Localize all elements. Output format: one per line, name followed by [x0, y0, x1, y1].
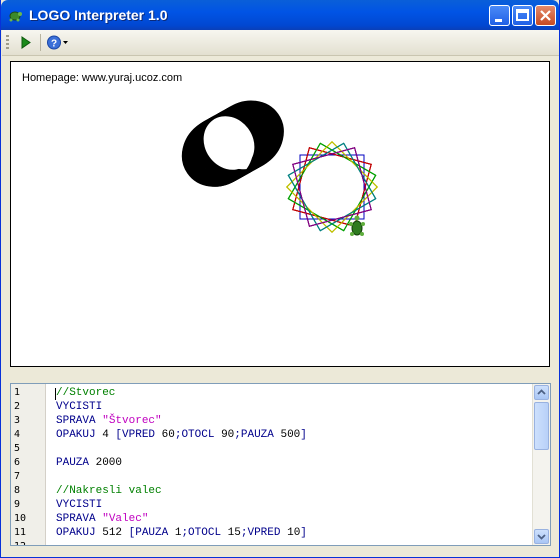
rotated-square — [287, 142, 377, 232]
rotated-square — [287, 142, 377, 232]
line-number-gutter: 123456789101112 — [11, 384, 46, 545]
rotated-square — [292, 147, 372, 227]
code-token: [PAUZA — [128, 527, 175, 539]
title-bar[interactable]: LOGO Interpreter 1.0 — [1, 0, 559, 30]
rotated-square — [292, 147, 372, 227]
toolbar-separator — [40, 34, 41, 51]
code-token: //Nakresli valec — [56, 485, 162, 497]
code-token: ] — [300, 429, 307, 441]
code-token: VYCISTI — [56, 499, 103, 511]
chevron-up-icon — [537, 389, 546, 395]
toolbar: ? — [2, 30, 559, 56]
turtle-part — [349, 222, 353, 226]
logo-drawing — [181, 100, 378, 236]
scroll-down-button[interactable] — [534, 529, 549, 544]
line-number: 10 — [14, 513, 27, 524]
code-line[interactable]: OPAKUJ 512 [PAUZA 1;OTOCL 15;VPRED 10] — [56, 527, 307, 539]
code-line[interactable]: SPRAVA "Valec" — [56, 513, 148, 525]
code-line[interactable]: SPRAVA "Štvorec" — [56, 415, 162, 427]
code-token: 90 — [221, 429, 235, 441]
code-token: ;VPRED — [240, 527, 288, 539]
code-token: "Valec" — [102, 513, 149, 525]
rotated-square — [287, 142, 377, 232]
code-line[interactable]: OPAKUJ 4 [VPRED 60;OTOCL 90;PAUZA 500] — [56, 429, 307, 441]
line-number: 5 — [14, 443, 21, 454]
code-token: //Stvorec — [56, 387, 116, 399]
code-line[interactable]: //Stvorec — [56, 387, 115, 399]
minimize-icon — [495, 19, 502, 22]
code-token: ;OTOCL — [174, 429, 222, 441]
code-token: SPRAVA — [56, 415, 103, 427]
code-token: ] — [300, 527, 307, 539]
code-line[interactable]: VYCISTI — [56, 499, 102, 511]
svg-text:?: ? — [51, 39, 57, 50]
run-button[interactable] — [16, 32, 36, 53]
help-dropdown-button[interactable]: ? — [45, 32, 71, 53]
rotated-square — [292, 147, 372, 227]
vertical-scrollbar[interactable] — [532, 384, 550, 545]
rotated-square — [287, 142, 377, 232]
line-number: 9 — [14, 499, 21, 510]
maximize-icon — [516, 9, 529, 21]
code-token: ;PAUZA — [234, 429, 281, 441]
code-line[interactable]: //Nakresli valec — [56, 485, 162, 497]
rotated-square — [292, 147, 372, 227]
rotated-square — [292, 147, 372, 227]
help-icon: ? — [47, 35, 68, 50]
line-number: 1 — [14, 387, 21, 398]
turtle-part — [350, 232, 354, 236]
rotated-square — [292, 147, 372, 227]
chevron-down-icon — [537, 534, 546, 540]
code-token: SPRAVA — [56, 513, 103, 525]
minimize-button[interactable] — [489, 5, 510, 26]
code-line[interactable]: PAUZA 2000 — [56, 457, 122, 469]
code-token: [VPRED — [115, 429, 162, 441]
line-number: 12 — [14, 541, 26, 545]
code-token: 60 — [161, 429, 175, 441]
code-token: 2000 — [95, 457, 123, 469]
rotated-square — [287, 142, 377, 232]
turtle-part — [361, 222, 365, 226]
app-window: LOGO Interpreter 1.0 ? Homepage: www.yur… — [0, 0, 560, 558]
line-number: 3 — [14, 415, 21, 426]
text-cursor — [55, 388, 56, 400]
close-icon — [540, 10, 551, 21]
line-number: 4 — [14, 429, 21, 440]
line-number: 7 — [14, 471, 21, 482]
line-number: 2 — [14, 401, 21, 412]
turtle-app-icon — [9, 11, 22, 22]
rotated-square — [292, 147, 372, 227]
turtle-part — [354, 215, 360, 221]
code-token: "Štvorec" — [102, 415, 162, 427]
rotated-square — [292, 147, 372, 227]
code-token: ;OTOCL — [181, 527, 228, 539]
code-token: 4 — [102, 429, 116, 441]
code-line[interactable]: VYCISTI — [56, 401, 102, 413]
code-token: 512 — [102, 527, 129, 539]
code-token: 15 — [227, 527, 241, 539]
code-token: OPAKUJ — [56, 527, 103, 539]
turtle-part — [360, 232, 364, 236]
line-number: 8 — [14, 485, 21, 496]
code-token: PAUZA — [56, 457, 96, 469]
rotated-square — [287, 142, 377, 232]
scroll-thumb[interactable] — [534, 402, 549, 450]
code-editor[interactable]: 123456789101112 //StvorecVYCISTISPRAVA "… — [10, 383, 551, 546]
code-token: VYCISTI — [56, 401, 103, 413]
window-title: LOGO Interpreter 1.0 — [29, 7, 168, 23]
toolbar-grip[interactable] — [6, 35, 9, 50]
line-number: 11 — [14, 527, 27, 538]
code-token: OPAKUJ — [56, 429, 103, 441]
maximize-button[interactable] — [512, 5, 533, 26]
code-token: 500 — [280, 429, 301, 441]
scroll-up-button[interactable] — [534, 385, 549, 400]
rotated-square — [287, 142, 377, 232]
rotated-square — [287, 142, 377, 232]
drawing-canvas[interactable]: Homepage: www.yuraj.ucoz.com — [10, 61, 550, 367]
close-button[interactable] — [535, 5, 556, 26]
play-icon — [21, 36, 31, 49]
line-number: 6 — [14, 457, 21, 468]
code-token: 10 — [287, 527, 301, 539]
